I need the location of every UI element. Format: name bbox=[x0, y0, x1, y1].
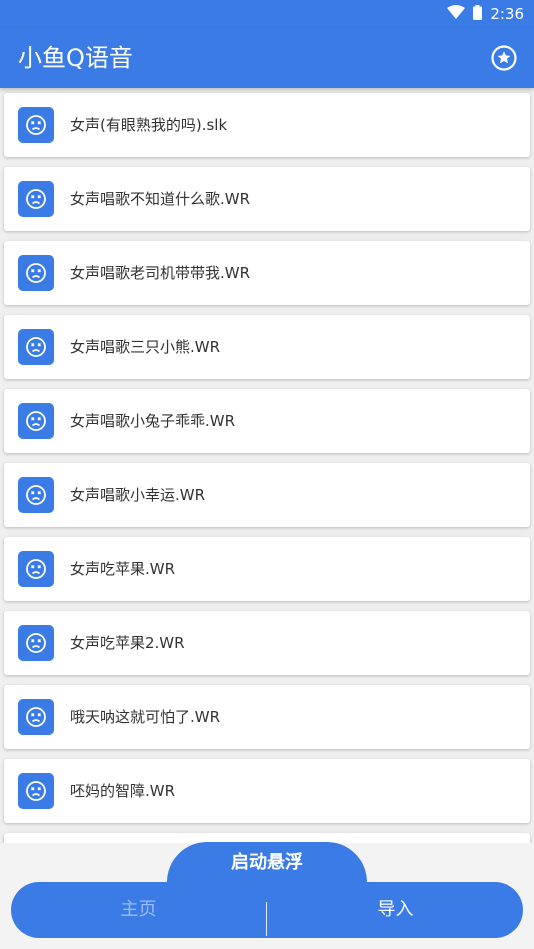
dead-face-icon bbox=[18, 403, 54, 439]
list-item-label: 女声唱歌老司机带带我.WR bbox=[70, 264, 251, 282]
list-item[interactable]: 呸妈的智障.WR bbox=[4, 759, 530, 823]
list-item-label: 女声唱歌不知道什么歌.WR bbox=[70, 190, 251, 208]
status-indicators: 2:36 bbox=[447, 4, 524, 24]
tab-home[interactable]: 主页 bbox=[11, 882, 266, 938]
dead-face-icon bbox=[18, 255, 54, 291]
list-item-label: 呸妈的智障.WR bbox=[70, 782, 176, 800]
star-circle-icon[interactable] bbox=[490, 44, 518, 72]
list-item[interactable]: 女声(有眼熟我的吗).slk bbox=[4, 93, 530, 157]
status-time: 2:36 bbox=[490, 5, 524, 23]
list-item[interactable]: 女声吃苹果.WR bbox=[4, 537, 530, 601]
list-item-label: 女声(有眼熟我的吗).slk bbox=[70, 116, 228, 134]
list-item-label: 女声唱歌小幸运.WR bbox=[70, 486, 206, 504]
list-item[interactable]: 女声唱歌小兔子乖乖.WR bbox=[4, 389, 530, 453]
list-item-label: 女声唱歌小兔子乖乖.WR bbox=[70, 412, 236, 430]
list-item[interactable]: 哦天呐这就可怕了.WR bbox=[4, 685, 530, 749]
list-item-label: 哦天呐这就可怕了.WR bbox=[70, 708, 221, 726]
list-item[interactable]: 女声唱歌不知道什么歌.WR bbox=[4, 167, 530, 231]
list-item-label: 女声唱歌三只小熊.WR bbox=[70, 338, 221, 356]
app-title: 小鱼Q语音 bbox=[18, 44, 133, 72]
dead-face-icon bbox=[18, 107, 54, 143]
app-bar: 小鱼Q语音 bbox=[0, 28, 534, 88]
voice-list: 女声(有眼熟我的吗).slk 女声唱歌不知道什么歌.WR 女声唱歌老司机带带我.… bbox=[0, 88, 534, 843]
dead-face-icon bbox=[18, 551, 54, 587]
dead-face-icon bbox=[18, 773, 54, 809]
tab-import[interactable]: 导入 bbox=[268, 882, 523, 938]
list-item[interactable]: 女声唱歌老司机带带我.WR bbox=[4, 241, 530, 305]
status-bar: 2:36 bbox=[0, 0, 534, 28]
dead-face-icon bbox=[18, 329, 54, 365]
dead-face-icon bbox=[18, 699, 54, 735]
list-item[interactable]: 女声唱歌小幸运.WR bbox=[4, 463, 530, 527]
nav-divider bbox=[266, 902, 267, 936]
bottom-nav: 主页 导入 bbox=[11, 882, 523, 938]
battery-icon bbox=[473, 4, 483, 24]
list-item-label: 女声吃苹果.WR bbox=[70, 560, 176, 578]
list-item[interactable]: 女声吃苹果2.WR bbox=[4, 611, 530, 675]
dead-face-icon bbox=[18, 625, 54, 661]
dead-face-icon bbox=[18, 181, 54, 217]
list-item[interactable]: 女声唱歌三只小熊.WR bbox=[4, 315, 530, 379]
list-item-label: 女声吃苹果2.WR bbox=[70, 634, 185, 652]
wifi-icon bbox=[447, 5, 466, 23]
dead-face-icon bbox=[18, 477, 54, 513]
